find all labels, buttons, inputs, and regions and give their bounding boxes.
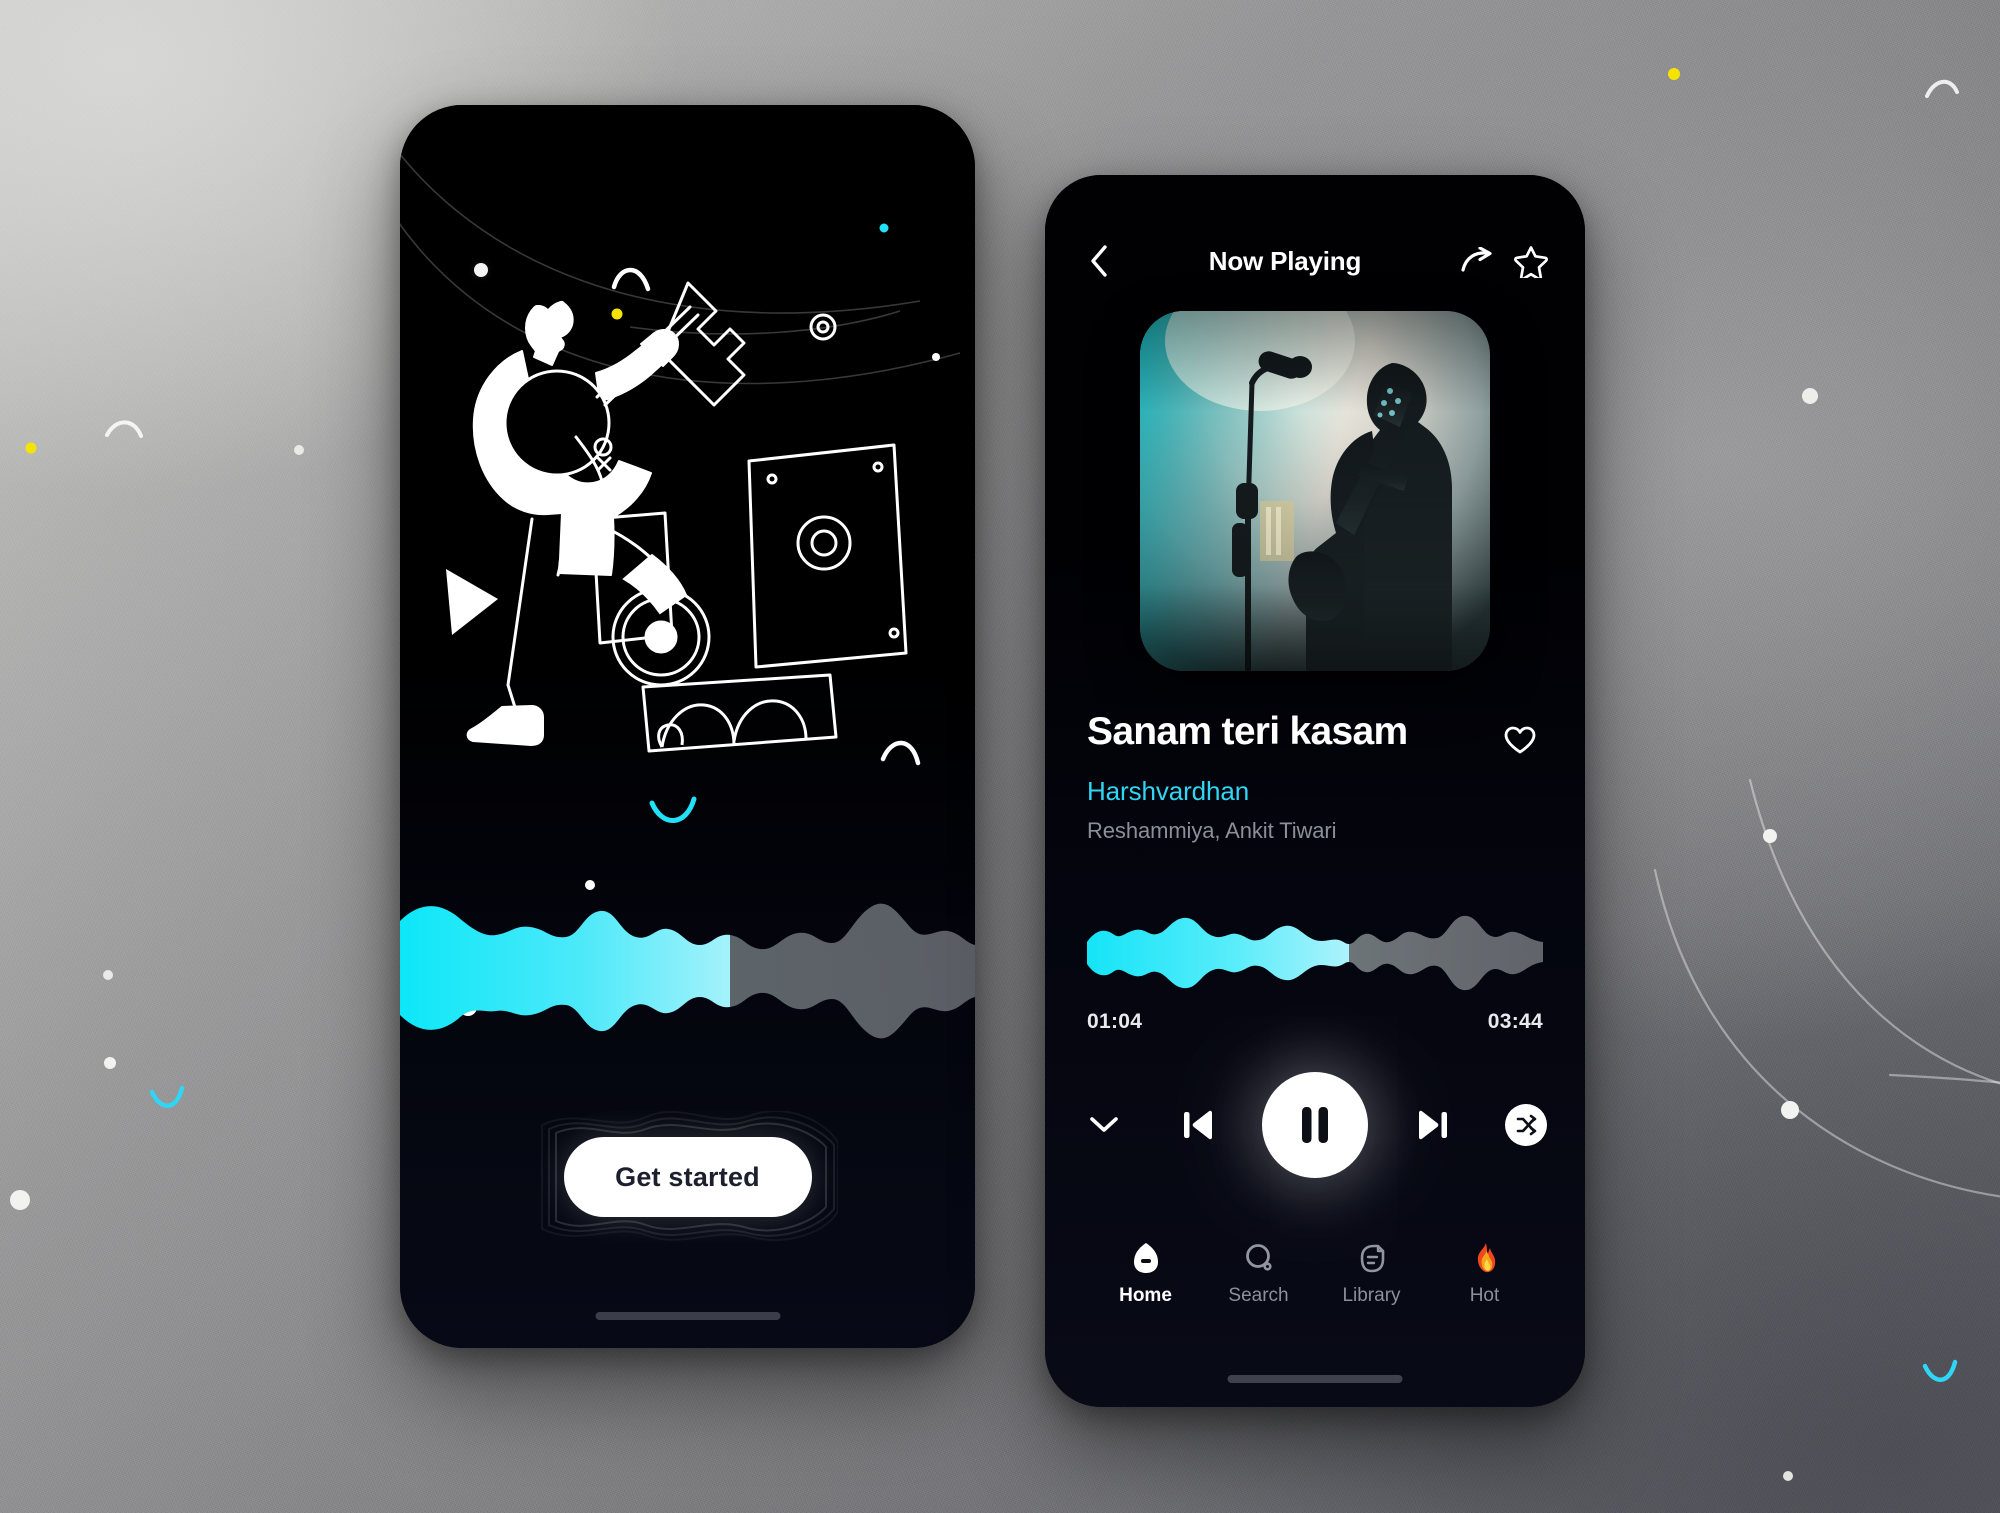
collapse-button[interactable] bbox=[1075, 1096, 1133, 1154]
track-featuring: Reshammiya, Ankit Tiwari bbox=[1087, 818, 1337, 843]
player-header: Now Playing bbox=[1045, 233, 1585, 289]
get-started-area: Get started bbox=[538, 1111, 838, 1243]
chevron-left-icon bbox=[1091, 245, 1107, 277]
shuffle-button[interactable] bbox=[1497, 1096, 1555, 1154]
tab-library[interactable]: Library bbox=[1326, 1241, 1418, 1307]
tab-label: Search bbox=[1228, 1285, 1289, 1306]
library-document-icon bbox=[1357, 1241, 1387, 1275]
tab-label: Home bbox=[1119, 1285, 1172, 1306]
guitarist-illustration bbox=[446, 281, 908, 753]
tab-label: Library bbox=[1342, 1285, 1401, 1306]
elapsed-time: 01:04 bbox=[1087, 1010, 1143, 1033]
tab-label: Hot bbox=[1469, 1285, 1500, 1306]
previous-button[interactable] bbox=[1169, 1096, 1227, 1154]
home-indicator[interactable] bbox=[1227, 1375, 1403, 1383]
share-button[interactable] bbox=[1455, 239, 1499, 283]
phone-now-playing: Now Playing Sanam teri kasam Harshvardha… bbox=[1045, 175, 1585, 1407]
onboarding-waveform[interactable] bbox=[400, 883, 975, 1048]
heart-outline-icon bbox=[1504, 726, 1536, 753]
bottom-tabbar: Home Search Library Hot bbox=[1045, 1241, 1585, 1337]
shuffle-icon bbox=[1516, 1114, 1537, 1136]
progress-times: 01:04 03:44 bbox=[1087, 1010, 1543, 1034]
skip-previous-icon bbox=[1183, 1110, 1212, 1140]
play-pause-button[interactable] bbox=[1262, 1072, 1368, 1178]
track-info: Sanam teri kasam Harshvardhan Reshammiya… bbox=[1087, 711, 1543, 844]
player-controls bbox=[1075, 1060, 1555, 1190]
tab-home[interactable]: Home bbox=[1100, 1241, 1192, 1307]
duration-time: 03:44 bbox=[1487, 1010, 1543, 1033]
track-artist[interactable]: Harshvardhan bbox=[1087, 776, 1543, 807]
favorite-button[interactable] bbox=[1509, 239, 1553, 283]
chevron-down-icon bbox=[1090, 1117, 1118, 1132]
phone-onboarding: Get started bbox=[400, 105, 975, 1348]
star-outline-icon bbox=[1514, 245, 1548, 278]
live-concert-photo bbox=[1140, 311, 1490, 671]
like-button[interactable] bbox=[1497, 717, 1543, 763]
onboarding-screen: Get started bbox=[400, 105, 975, 1348]
tab-search[interactable]: Search bbox=[1213, 1241, 1305, 1307]
skip-next-icon bbox=[1418, 1110, 1447, 1140]
track-title: Sanam teri kasam bbox=[1087, 710, 1408, 753]
flame-icon bbox=[1470, 1241, 1500, 1275]
tab-hot[interactable]: Hot bbox=[1439, 1241, 1531, 1307]
search-icon bbox=[1244, 1241, 1274, 1275]
home-indicator[interactable] bbox=[595, 1312, 780, 1320]
page-title: Now Playing bbox=[1208, 245, 1362, 276]
share-arrow-icon bbox=[1461, 247, 1492, 272]
get-started-button[interactable]: Get started bbox=[563, 1137, 812, 1217]
album-art[interactable] bbox=[1140, 311, 1490, 671]
now-playing-screen: Now Playing Sanam teri kasam Harshvardha… bbox=[1045, 175, 1585, 1407]
scene-background bbox=[0, 0, 2000, 1513]
pause-icon bbox=[1302, 1107, 1328, 1143]
home-icon bbox=[1131, 1241, 1161, 1275]
player-waveform-scrubber[interactable] bbox=[1087, 910, 1543, 992]
next-button[interactable] bbox=[1404, 1096, 1462, 1154]
